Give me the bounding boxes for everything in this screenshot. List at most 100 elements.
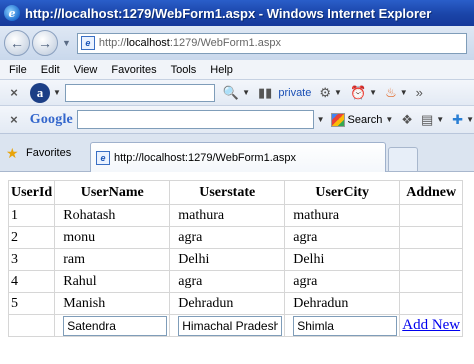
cell-add-new: Add New xyxy=(399,314,464,337)
forward-button[interactable]: → xyxy=(32,30,58,56)
new-tab-button[interactable] xyxy=(388,147,418,171)
users-grid: UserId UserName Userstate UserCity Addne… xyxy=(7,180,464,337)
google-search-input[interactable] xyxy=(76,110,314,129)
cell-addnew xyxy=(399,248,464,271)
table-row: 1 Rohatash mathura mathura xyxy=(7,204,464,227)
private-button[interactable]: private xyxy=(278,87,311,99)
page-menu-icon[interactable]: ▤ xyxy=(421,112,433,128)
cell-userstate: agra xyxy=(169,270,286,293)
page-icon: e xyxy=(96,150,110,165)
window-title: http://localhost:1279/WebForm1.aspx - Wi… xyxy=(25,5,432,21)
google-logo: Google xyxy=(29,111,73,127)
cell-usercity: agra xyxy=(284,226,401,249)
plus-icon[interactable]: ✚ xyxy=(452,112,463,128)
page-content: UserId UserName Userstate UserCity Addne… xyxy=(0,172,474,364)
cell-userstate: Delhi xyxy=(169,248,286,271)
footer-insert-row: Add New xyxy=(7,314,464,337)
bar-chart-icon[interactable]: ▮▮ xyxy=(258,85,272,101)
cell-usercity: mathura xyxy=(284,204,401,227)
favorites-bar: ★ Favorites e http://localhost:1279/WebF… xyxy=(0,134,474,172)
table-row: 3 ram Delhi Delhi xyxy=(7,248,464,271)
table-row: 2 monu agra agra xyxy=(7,226,464,249)
url-path: :1279/WebForm1.aspx xyxy=(169,37,281,49)
tab-label: http://localhost:1279/WebForm1.aspx xyxy=(114,151,297,164)
menu-bar: File Edit View Favorites Tools Help xyxy=(0,60,474,80)
search-icon[interactable]: 🔍 xyxy=(223,85,239,101)
cell-addnew xyxy=(399,204,464,227)
cell-addnew xyxy=(399,270,464,293)
toolbar-search-input[interactable] xyxy=(64,83,215,102)
tab-webform1[interactable]: e http://localhost:1279/WebForm1.aspx xyxy=(90,142,386,172)
cell-username: Rahul xyxy=(54,270,171,293)
puzzle-icon[interactable]: ⚙ xyxy=(319,85,331,101)
cell-userid: 2 xyxy=(7,226,56,249)
cell-username: monu xyxy=(54,226,171,249)
chevron-down-icon[interactable]: ▼ xyxy=(242,88,250,97)
header-row: UserId UserName Userstate UserCity Addne… xyxy=(7,180,464,205)
cell-userid: 1 xyxy=(7,204,56,227)
chevron-down-icon[interactable]: ▼ xyxy=(436,115,444,124)
cell-usercity: agra xyxy=(284,270,401,293)
close-toolbar-icon[interactable]: × xyxy=(6,112,22,127)
cell-usercity: Delhi xyxy=(284,248,401,271)
cell-userid: 3 xyxy=(7,248,56,271)
menu-view[interactable]: View xyxy=(67,64,105,76)
address-bar-row: ← → ▼ e http://localhost:1279/WebForm1.a… xyxy=(0,26,474,60)
menu-edit[interactable]: Edit xyxy=(34,64,67,76)
menu-favorites[interactable]: Favorites xyxy=(104,64,163,76)
chevron-down-icon[interactable]: ▼ xyxy=(334,88,342,97)
menu-tools[interactable]: Tools xyxy=(164,64,204,76)
cell-addnew xyxy=(399,226,464,249)
cell-usercity: Dehradun xyxy=(284,292,401,315)
ie-logo-icon: e xyxy=(4,5,20,21)
url-host: localhost xyxy=(126,37,170,49)
table-row: 4 Rahul agra agra xyxy=(7,270,464,293)
menu-file[interactable]: File xyxy=(0,64,34,76)
cell-new-usercity xyxy=(284,314,401,337)
chevron-down-icon[interactable]: ▼ xyxy=(62,38,71,48)
google-search-button[interactable]: Search xyxy=(330,112,382,127)
ask-toolbar: × a ▼ 🔍 ▼ ▮▮ private ⚙ ▼ ⏰ ▼ ♨ ▼ » xyxy=(0,80,474,106)
chevron-right-icon[interactable]: » xyxy=(416,85,423,100)
google-toolbar: × Google ▼ Search ▼ ❖ ▤ ▼ ✚ ▼ xyxy=(0,106,474,134)
cell-userstate: mathura xyxy=(169,204,286,227)
chevron-down-icon[interactable]: ▼ xyxy=(317,115,325,124)
chevron-down-icon[interactable]: ▼ xyxy=(466,115,474,124)
share-icon[interactable]: ❖ xyxy=(401,112,413,128)
menu-help[interactable]: Help xyxy=(203,64,240,76)
cell-userstate: agra xyxy=(169,226,286,249)
header-addnew: Addnew xyxy=(399,180,464,205)
google-icon xyxy=(330,112,345,127)
add-new-link[interactable]: Add New xyxy=(402,317,460,333)
favorites-button[interactable]: Favorites xyxy=(26,147,71,159)
cell-username: ram xyxy=(54,248,171,271)
cell-addnew xyxy=(399,292,464,315)
table-row: 5 Manish Dehradun Dehradun xyxy=(7,292,464,315)
chevron-down-icon[interactable]: ▼ xyxy=(400,88,408,97)
alarm-icon[interactable]: ⏰ xyxy=(350,85,366,101)
url-prefix: http:// xyxy=(98,37,127,49)
ask-logo-icon[interactable]: a xyxy=(30,82,50,103)
title-bar: e http://localhost:1279/WebForm1.aspx - … xyxy=(0,0,474,26)
new-usercity-input[interactable] xyxy=(293,315,398,336)
cell-username: Manish xyxy=(54,292,171,315)
cell-userid: 4 xyxy=(7,270,56,293)
star-icon[interactable]: ★ xyxy=(6,145,19,162)
chevron-down-icon[interactable]: ▼ xyxy=(369,88,377,97)
cell-userid: 5 xyxy=(7,292,56,315)
cell-userstate: Dehradun xyxy=(169,292,286,315)
new-username-input[interactable] xyxy=(63,315,168,336)
header-userid: UserId xyxy=(7,180,56,205)
flame-icon[interactable]: ♨ xyxy=(385,85,397,101)
header-usercity: UserCity xyxy=(284,180,401,205)
chevron-down-icon[interactable]: ▼ xyxy=(385,115,393,124)
header-userstate: Userstate xyxy=(169,180,286,205)
cell-empty xyxy=(7,314,56,337)
new-userstate-input[interactable] xyxy=(178,315,283,336)
close-toolbar-icon[interactable]: × xyxy=(6,85,22,100)
address-field[interactable]: e http://localhost:1279/WebForm1.aspx xyxy=(76,32,467,54)
back-button[interactable]: ← xyxy=(4,30,30,56)
page-icon: e xyxy=(80,36,95,50)
cell-new-username xyxy=(54,314,171,337)
chevron-down-icon[interactable]: ▼ xyxy=(53,88,61,97)
